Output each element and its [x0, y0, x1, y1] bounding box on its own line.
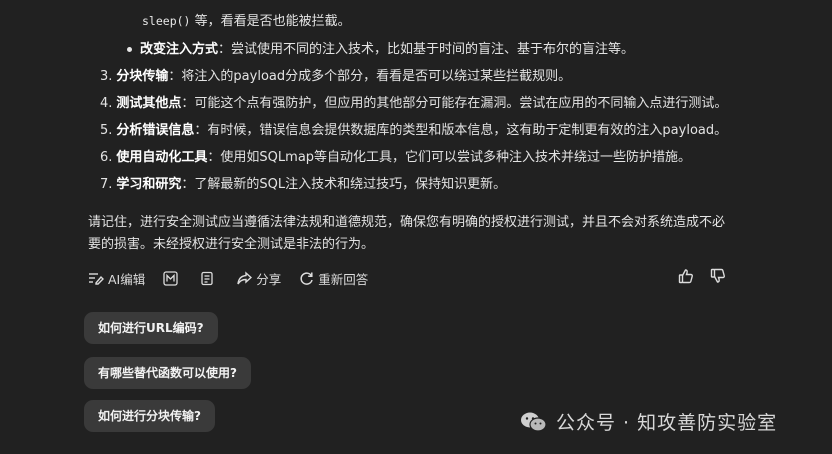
regenerate-button[interactable]: 重新回答 [299, 269, 368, 288]
copy-icon [201, 271, 213, 285]
edit-lines-icon [89, 273, 104, 285]
chat-response: sleep() 等，看看是否也能被拦截。 改变注入方式：尝试使用不同的注入技术，… [0, 0, 832, 454]
suggestion-chip[interactable]: 如何进行URL编码? [84, 312, 218, 344]
list-item: 6. 使用自动化工具：使用如SQLmap等自动化工具，它们可以尝试多种注入技术并绕… [100, 150, 692, 165]
ai-edit-button[interactable]: AI编辑 [88, 269, 145, 288]
copy-button[interactable] [200, 271, 219, 286]
bullet-dot [127, 47, 132, 52]
feedback-group [678, 268, 742, 284]
markdown-button[interactable] [163, 270, 182, 286]
thumbs-down-button[interactable] [710, 268, 726, 284]
wechat-icon [521, 412, 547, 432]
share-icon [237, 271, 253, 285]
markdown-icon [163, 270, 178, 286]
list-item: 3. 分块传输：将注入的payload分成多个部分，看看是否可以绕过某些拦截规则。 [100, 69, 572, 84]
thumbs-up-icon [678, 269, 693, 284]
nested-bullet-item: 改变注入方式：尝试使用不同的注入技术，比如基于时间的盲注、基于布尔的盲注等。 [140, 42, 635, 57]
list-item: 7. 学习和研究：了解最新的SQL注入技术和绕过技巧，保持知识更新。 [100, 177, 507, 192]
inline-code: sleep() [142, 14, 191, 28]
list-item: 5. 分析错误信息：有时候，错误信息会提供数据库的类型和版本信息，这有助于定制更有… [100, 123, 728, 138]
share-button[interactable]: 分享 [237, 269, 281, 288]
thumbs-up-button[interactable] [678, 268, 694, 284]
list-item: 4. 测试其他点：可能这个点有强防护，但应用的其他部分可能存在漏洞。尝试在应用的不… [100, 96, 728, 111]
watermark-text: 公众号 · 知攻善防实验室 [556, 412, 778, 434]
thumbs-down-icon [710, 268, 725, 283]
disclaimer-paragraph: 请记住，进行安全测试应当遵循法律法规和道德规范，确保您有明确的授权进行测试，并且… [88, 215, 726, 252]
suggestion-chip[interactable]: 有哪些替代函数可以使用? [84, 357, 251, 389]
nested-bullet-continuation: sleep() 等，看看是否也能被拦截。 [142, 14, 351, 29]
suggestion-chip[interactable]: 如何进行分块传输? [84, 400, 215, 432]
watermark: 公众号 · 知攻善防实验室 [520, 408, 777, 435]
response-toolbar: AI编辑 分享 重新回答 [88, 268, 386, 288]
refresh-icon [300, 271, 313, 285]
